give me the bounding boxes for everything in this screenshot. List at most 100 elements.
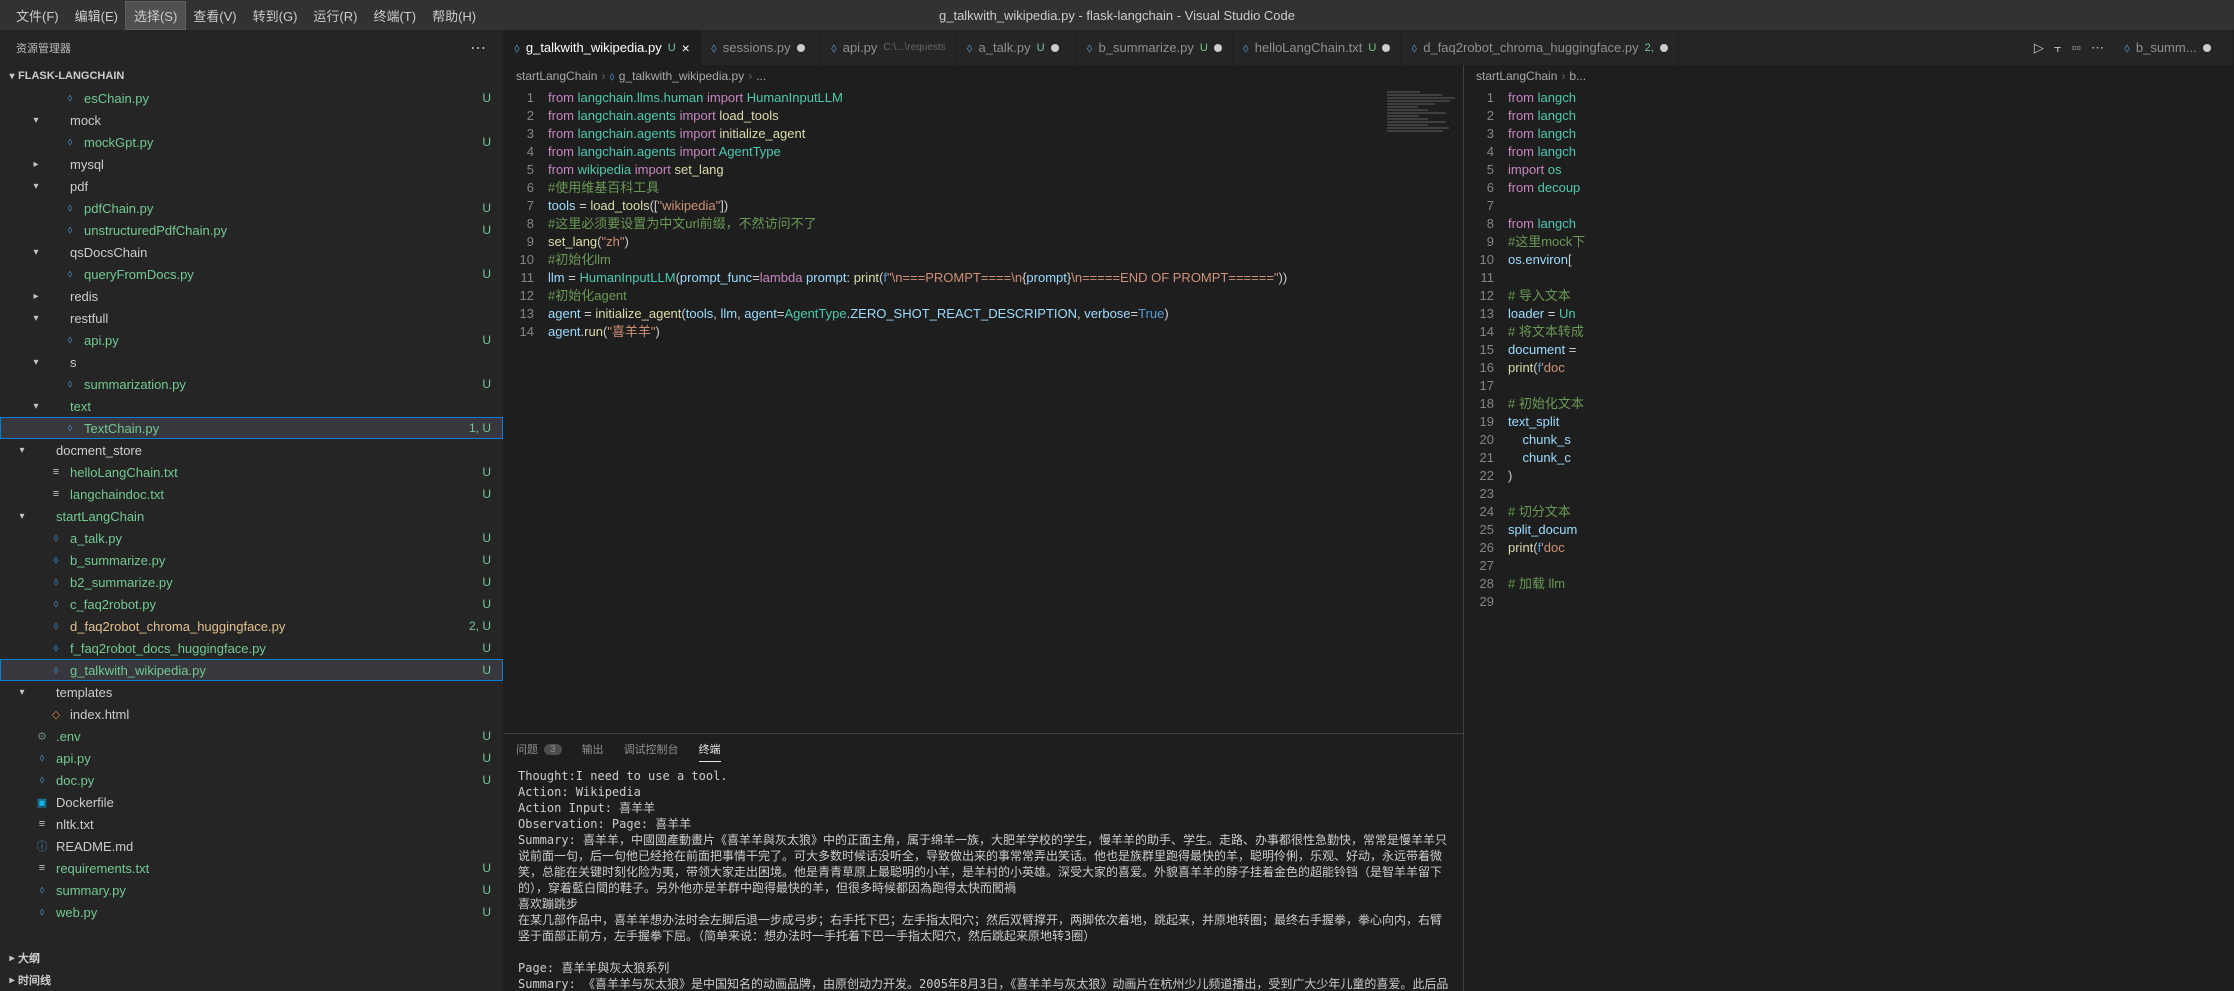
- file-item[interactable]: ⬨summarization.pyU: [0, 373, 503, 395]
- md-icon: ⓘ: [34, 838, 50, 854]
- file-item[interactable]: ⬨esChain.pyU: [0, 87, 503, 109]
- folder-item[interactable]: ▾startLangChain: [0, 505, 503, 527]
- file-item[interactable]: ⬨a_talk.pyU: [0, 527, 503, 549]
- item-label: templates: [56, 685, 112, 700]
- py-icon: ⬨: [62, 376, 78, 392]
- diff-icon[interactable]: ▫▫: [2072, 40, 2081, 55]
- file-item[interactable]: ⬨web.pyU: [0, 901, 503, 923]
- folder-item[interactable]: ▾ pdf: [0, 175, 503, 197]
- file-item[interactable]: ⬨f_faq2robot_docs_huggingface.pyU: [0, 637, 503, 659]
- panel-tab[interactable]: 问题3: [516, 737, 562, 761]
- folder-item[interactable]: ▾text: [0, 395, 503, 417]
- run-icon[interactable]: ▷: [2034, 40, 2044, 56]
- file-item[interactable]: ⬨b2_summarize.pyU: [0, 571, 503, 593]
- close-icon[interactable]: ×: [682, 40, 690, 56]
- chevron-icon: ▸: [30, 159, 42, 170]
- git-status: U: [482, 861, 491, 875]
- folder-item[interactable]: ▾s: [0, 351, 503, 373]
- menu-item[interactable]: 运行(R): [305, 2, 365, 29]
- file-item[interactable]: ⬨unstructuredPdfChain.pyU: [0, 219, 503, 241]
- panel-tab[interactable]: 输出: [582, 737, 604, 761]
- terminal-output[interactable]: Thought:I need to use a tool. Action: Wi…: [504, 764, 1463, 991]
- file-item[interactable]: ▣Dockerfile: [0, 791, 503, 813]
- py-icon: ⬨: [62, 90, 78, 106]
- file-item[interactable]: ⬨summary.pyU: [0, 879, 503, 901]
- git-status: U: [482, 597, 491, 611]
- more-icon[interactable]: ⋯: [470, 38, 487, 58]
- folder-item[interactable]: ▸ mysql: [0, 153, 503, 175]
- project-root[interactable]: ▾ FLASK-LANGCHAIN: [0, 65, 503, 87]
- folder-item[interactable]: ▸redis: [0, 285, 503, 307]
- code-editor[interactable]: from langchfrom langchfrom langchfrom la…: [1508, 87, 2234, 991]
- menu-item[interactable]: 文件(F): [8, 2, 67, 29]
- file-item[interactable]: ⬨TextChain.py1, U: [0, 417, 503, 439]
- folder-item[interactable]: ▾restfull: [0, 307, 503, 329]
- menu-item[interactable]: 编辑(E): [67, 2, 126, 29]
- item-label: f_faq2robot_docs_huggingface.py: [70, 641, 266, 656]
- editor-tab[interactable]: ⬨helloLangChain.txtU: [1233, 30, 1402, 65]
- folder-icon: [48, 288, 64, 304]
- menu-item[interactable]: 选择(S): [126, 2, 185, 29]
- file-item[interactable]: ≡nltk.txt: [0, 813, 503, 835]
- file-item[interactable]: ⓘREADME.md: [0, 835, 503, 857]
- panel-tab[interactable]: 终端: [699, 737, 721, 762]
- minimap[interactable]: [1383, 87, 1463, 733]
- folder-item[interactable]: ▾mock: [0, 109, 503, 131]
- breadcrumb[interactable]: startLangChain› ⬨ g_talkwith_wikipedia.p…: [504, 65, 1463, 87]
- editor-tab[interactable]: ⬨b_summ...: [2114, 30, 2234, 65]
- file-item[interactable]: ⬨d_faq2robot_chroma_huggingface.py2, U: [0, 615, 503, 637]
- split-icon[interactable]: ⫟: [2054, 40, 2062, 56]
- folder-item[interactable]: ▾docment_store: [0, 439, 503, 461]
- file-item[interactable]: ⬨api.pyU: [0, 329, 503, 351]
- folder-icon: [48, 156, 64, 172]
- file-item[interactable]: ≡langchaindoc.txtU: [0, 483, 503, 505]
- file-item[interactable]: ⬨g_talkwith_wikipedia.pyU: [0, 659, 503, 681]
- menu-item[interactable]: 终端(T): [365, 2, 424, 29]
- code-editor[interactable]: from langchain.llms.human import HumanIn…: [548, 87, 1463, 733]
- more-icon[interactable]: ⋯: [2091, 40, 2104, 56]
- file-item[interactable]: ⬨api.pyU: [0, 747, 503, 769]
- folder-item[interactable]: ▾qsDocsChain: [0, 241, 503, 263]
- editor-tab[interactable]: ⬨b_summarize.pyU: [1077, 30, 1233, 65]
- folder-icon: [34, 684, 50, 700]
- file-item[interactable]: ⬨c_faq2robot.pyU: [0, 593, 503, 615]
- py-icon: ⬨: [48, 618, 64, 634]
- menu-bar: 文件(F)编辑(E)选择(S)查看(V)转到(G)运行(R)终端(T)帮助(H)…: [0, 0, 2234, 30]
- editor-tab[interactable]: ⬨d_faq2robot_chroma_huggingface.py2,: [1401, 30, 1678, 65]
- chevron-icon: ▾: [30, 357, 42, 368]
- file-item[interactable]: ≡helloLangChain.txtU: [0, 461, 503, 483]
- env-icon: ⚙: [34, 728, 50, 744]
- py-icon: ⬨: [62, 332, 78, 348]
- menu-item[interactable]: 查看(V): [185, 2, 244, 29]
- editor-tab[interactable]: ⬨a_talk.pyU: [957, 30, 1077, 65]
- chevron-icon: ▾: [30, 401, 42, 412]
- item-label: api.py: [56, 751, 91, 766]
- py-icon: ⬨: [48, 640, 64, 656]
- item-label: pdf: [70, 179, 88, 194]
- file-item[interactable]: ⚙.envU: [0, 725, 503, 747]
- file-item[interactable]: ⬨doc.pyU: [0, 769, 503, 791]
- editor-tab[interactable]: ⬨api.pyC:\...\requests: [821, 30, 957, 65]
- item-label: c_faq2robot.py: [70, 597, 156, 612]
- menu-item[interactable]: 帮助(H): [424, 2, 484, 29]
- editor-tab[interactable]: ⬨sessions.py: [701, 30, 821, 65]
- folder-icon: [48, 354, 64, 370]
- item-label: mysql: [70, 157, 104, 172]
- chevron-icon: ▾: [30, 247, 42, 258]
- menu-item[interactable]: 转到(G): [245, 2, 306, 29]
- chevron-icon: ▾: [30, 181, 42, 192]
- panel-tab[interactable]: 调试控制台: [624, 737, 679, 761]
- file-item[interactable]: ≡requirements.txtU: [0, 857, 503, 879]
- item-label: a_talk.py: [70, 531, 122, 546]
- file-item[interactable]: ⬨b_summarize.pyU: [0, 549, 503, 571]
- file-item[interactable]: ⬨queryFromDocs.pyU: [0, 263, 503, 285]
- breadcrumb[interactable]: startLangChain› b...: [1464, 65, 2234, 87]
- editor-tab[interactable]: ⬨g_talkwith_wikipedia.pyU×: [504, 30, 701, 65]
- file-item[interactable]: ◇index.html: [0, 703, 503, 725]
- file-item[interactable]: ⬨mockGpt.pyU: [0, 131, 503, 153]
- py-icon: ⬨: [48, 574, 64, 590]
- file-item[interactable]: ⬨pdfChain.pyU: [0, 197, 503, 219]
- outline-section[interactable]: ▸ 大纲: [0, 947, 503, 969]
- timeline-section[interactable]: ▸ 时间线: [0, 969, 503, 991]
- folder-item[interactable]: ▾templates: [0, 681, 503, 703]
